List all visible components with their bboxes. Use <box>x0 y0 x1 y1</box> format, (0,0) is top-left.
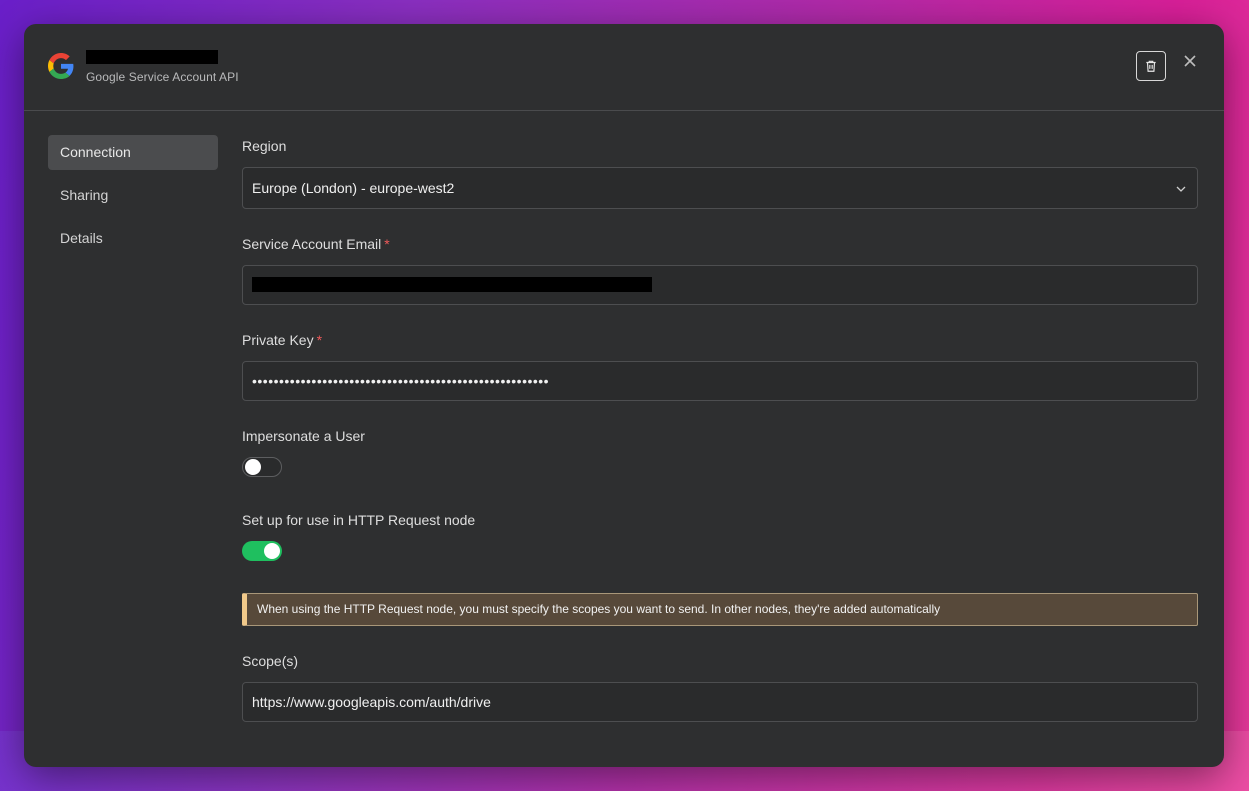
sidebar-item-connection[interactable]: Connection <box>48 135 218 170</box>
close-icon <box>1184 55 1196 67</box>
email-value-redacted <box>252 277 652 293</box>
email-field[interactable] <box>242 265 1198 305</box>
http-request-toggle[interactable] <box>242 541 282 561</box>
required-asterisk: * <box>384 236 390 252</box>
scopes-notice: When using the HTTP Request node, you mu… <box>242 593 1198 626</box>
private-key-label: Private Key * <box>242 332 323 348</box>
impersonate-label: Impersonate a User <box>242 428 365 444</box>
private-key-masked-value: ••••••••••••••••••••••••••••••••••••••••… <box>252 373 550 389</box>
sidebar: Connection Sharing Details <box>48 135 218 264</box>
scopes-value: https://www.googleapis.com/auth/drive <box>252 694 491 710</box>
region-select[interactable]: Europe (London) - europe-west2 <box>242 167 1198 209</box>
close-button[interactable] <box>1180 51 1200 71</box>
delete-button[interactable] <box>1136 51 1166 81</box>
private-key-field[interactable]: ••••••••••••••••••••••••••••••••••••••••… <box>242 361 1198 401</box>
scopes-label: Scope(s) <box>242 653 299 669</box>
connection-form: Region Europe (London) - europe-west2 Se… <box>242 135 1198 722</box>
credential-name-redacted <box>86 50 218 64</box>
modal-header: Google Service Account API <box>24 24 1224 111</box>
impersonate-toggle[interactable] <box>242 457 282 477</box>
credential-modal: Google Service Account API Connection Sh… <box>24 24 1224 767</box>
region-value: Europe (London) - europe-west2 <box>252 180 455 196</box>
toggle-knob <box>245 459 261 475</box>
service-subtitle: Google Service Account API <box>86 70 239 84</box>
google-logo-icon <box>48 53 74 79</box>
toggle-knob <box>264 543 280 559</box>
email-label: Service Account Email * <box>242 236 390 252</box>
http-request-label: Set up for use in HTTP Request node <box>242 512 476 528</box>
trash-icon <box>1146 60 1156 72</box>
region-label: Region <box>242 138 287 154</box>
sidebar-item-details[interactable]: Details <box>48 221 218 256</box>
sidebar-item-sharing[interactable]: Sharing <box>48 178 218 213</box>
chevron-down-icon <box>1176 186 1186 192</box>
title-block: Google Service Account API <box>86 50 239 84</box>
scopes-field[interactable]: https://www.googleapis.com/auth/drive <box>242 682 1198 722</box>
required-asterisk: * <box>316 332 323 348</box>
